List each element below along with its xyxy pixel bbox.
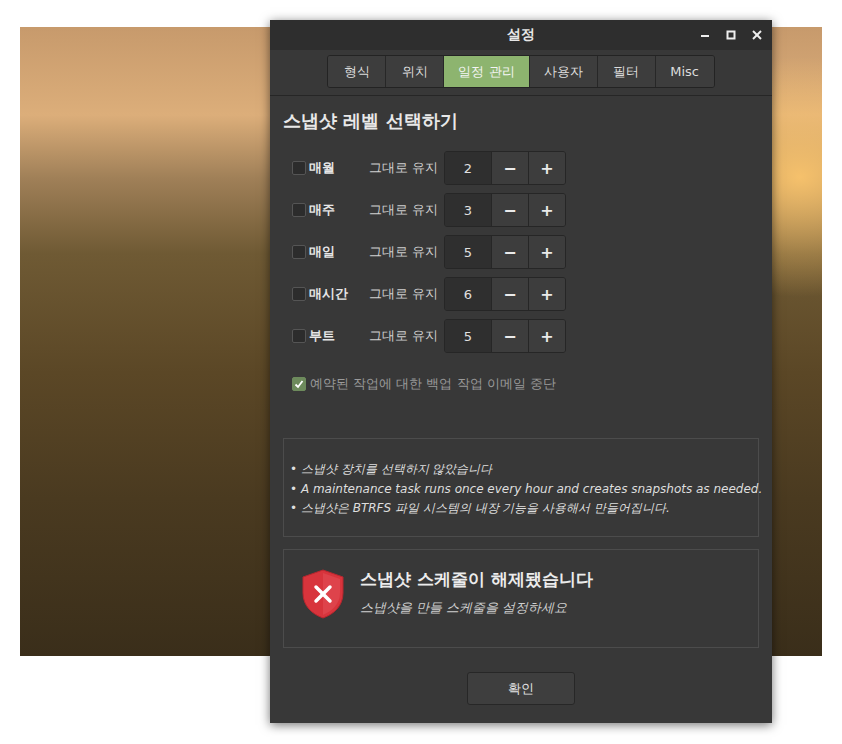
error-shield-icon — [300, 568, 346, 620]
tab[interactable]: 사용자 — [530, 56, 598, 87]
tab[interactable]: 위치 — [386, 56, 444, 87]
tab-bar: 형식 위치 일정 관리 사용자 필터 Misc — [270, 50, 772, 96]
level-label[interactable]: 매월 — [306, 159, 369, 177]
increment-button[interactable]: + — [528, 152, 565, 184]
keep-count-spinner: 3−+ — [444, 193, 566, 227]
decrement-button[interactable]: − — [492, 194, 528, 226]
level-label[interactable]: 매주 — [306, 201, 369, 219]
tab[interactable]: 형식 — [328, 56, 386, 87]
level-row: 매일그대로 유지5−+ — [292, 235, 759, 269]
tab[interactable]: 필터 — [598, 56, 656, 87]
window-controls — [698, 20, 764, 50]
level-label[interactable]: 매일 — [306, 243, 369, 261]
keep-label: 그대로 유지 — [369, 159, 444, 177]
keep-count-spinner: 6−+ — [444, 277, 566, 311]
tab-label: 필터 — [613, 63, 639, 81]
email-option: 예약된 작업에 대한 백업 작업 이메일 중단 — [283, 375, 759, 393]
close-icon[interactable] — [750, 28, 764, 42]
tab-label: Misc — [670, 64, 699, 79]
level-row: 부트그대로 유지5−+ — [292, 319, 759, 353]
decrement-button[interactable]: − — [492, 278, 528, 310]
level-label[interactable]: 매시간 — [306, 285, 369, 303]
keep-count-spinner: 5−+ — [444, 235, 566, 269]
keep-count-field[interactable]: 5 — [445, 236, 492, 268]
keep-label: 그대로 유지 — [369, 327, 444, 345]
level-checkbox[interactable] — [292, 203, 306, 217]
status-subtitle: 스냅샷을 만들 스케줄을 설정하세요 — [360, 599, 593, 617]
keep-count-field[interactable]: 2 — [445, 152, 492, 184]
level-label[interactable]: 부트 — [306, 327, 369, 345]
keep-label: 그대로 유지 — [369, 285, 444, 303]
keep-count-field[interactable]: 5 — [445, 320, 492, 352]
info-line: • 스냅샷은 BTRFS 파일 시스템의 내장 기능을 사용해서 만들어집니다. — [290, 499, 752, 519]
email-option-label[interactable]: 예약된 작업에 대한 백업 작업 이메일 중단 — [310, 375, 556, 393]
tab[interactable]: 일정 관리 — [444, 56, 529, 87]
decrement-button[interactable]: − — [492, 236, 528, 268]
increment-button[interactable]: + — [528, 278, 565, 310]
schedule-panel: 스냅샷 레벨 선택하기매월그대로 유지2−+매주그대로 유지3−+매일그대로 유… — [270, 96, 772, 705]
keep-label: 그대로 유지 — [369, 201, 444, 219]
window-title: 설정 — [507, 26, 535, 44]
increment-button[interactable]: + — [528, 320, 565, 352]
info-line: • A maintenance task runs once every hou… — [290, 480, 752, 500]
tabs: 형식 위치 일정 관리 사용자 필터 Misc — [327, 55, 714, 88]
button-row: 확인 — [283, 672, 759, 705]
tab-label: 위치 — [402, 63, 428, 81]
level-checkbox[interactable] — [292, 245, 306, 259]
keep-count-field[interactable]: 6 — [445, 278, 492, 310]
level-checkbox[interactable] — [292, 287, 306, 301]
check-icon — [294, 379, 304, 389]
tab-label: 사용자 — [544, 63, 583, 81]
increment-button[interactable]: + — [528, 236, 565, 268]
level-row: 매시간그대로 유지6−+ — [292, 277, 759, 311]
decrement-button[interactable]: − — [492, 320, 528, 352]
keep-count-spinner: 5−+ — [444, 319, 566, 353]
keep-label: 그대로 유지 — [369, 243, 444, 261]
settings-dialog: 설정형식위치일정 관리사용자필터Misc스냅샷 레벨 선택하기매월그대로 유지2… — [270, 20, 772, 723]
tab-label: 형식 — [344, 63, 370, 81]
title-bar: 설정 — [270, 20, 772, 50]
info-box: • 스냅샷 장치를 선택하지 않았습니다• A maintenance task… — [283, 438, 759, 537]
level-row: 매월그대로 유지2−+ — [292, 151, 759, 185]
status-box: 스냅샷 스케줄이 해제됐습니다스냅샷을 만들 스케줄을 설정하세요 — [283, 549, 759, 648]
keep-count-field[interactable]: 3 — [445, 194, 492, 226]
ok-button[interactable]: 확인 — [467, 672, 575, 705]
tab-label: 일정 관리 — [458, 63, 514, 81]
email-checkbox[interactable] — [292, 377, 306, 391]
status-texts: 스냅샷 스케줄이 해제됐습니다스냅샷을 만들 스케줄을 설정하세요 — [360, 567, 593, 617]
decrement-button[interactable]: − — [492, 152, 528, 184]
minimize-icon[interactable] — [698, 28, 712, 42]
level-checkbox[interactable] — [292, 329, 306, 343]
keep-count-spinner: 2−+ — [444, 151, 566, 185]
info-line: • 스냅샷 장치를 선택하지 않았습니다 — [290, 460, 752, 480]
level-checkbox[interactable] — [292, 161, 306, 175]
level-list: 매월그대로 유지2−+매주그대로 유지3−+매일그대로 유지5−+매시간그대로 … — [283, 151, 759, 353]
tab[interactable]: Misc — [656, 56, 714, 87]
status-title: 스냅샷 스케줄이 해제됐습니다 — [360, 567, 593, 591]
section-heading: 스냅샷 레벨 선택하기 — [283, 109, 759, 133]
maximize-icon[interactable] — [724, 28, 738, 42]
level-row: 매주그대로 유지3−+ — [292, 193, 759, 227]
increment-button[interactable]: + — [528, 194, 565, 226]
